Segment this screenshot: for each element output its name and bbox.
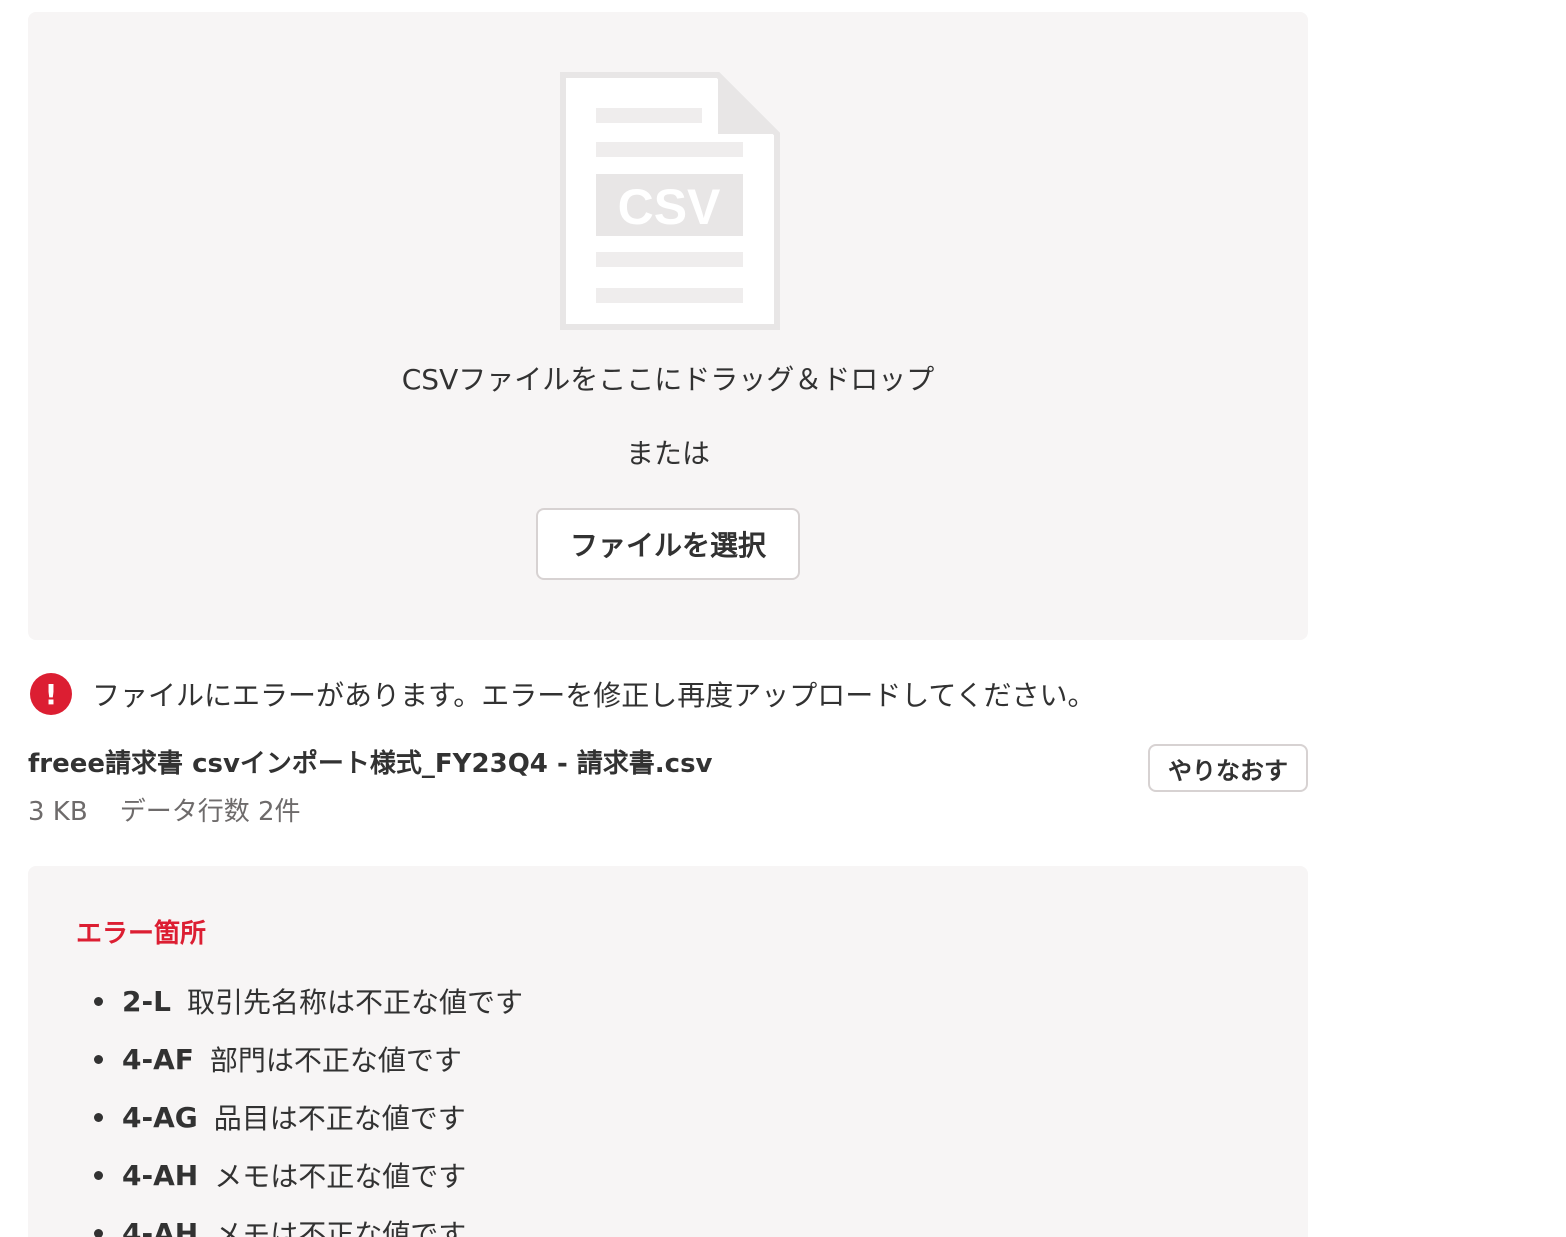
list-item: 4-AH メモは不正な値です xyxy=(90,1146,523,1204)
list-item: 4-AH メモは不正な値です xyxy=(90,1204,523,1237)
error-heading: エラー箇所 xyxy=(76,919,207,949)
drop-instruction: CSVファイルをここにドラッグ＆ドロップ xyxy=(401,363,935,396)
bullet xyxy=(94,1112,103,1122)
error-text: 品目は不正な値です xyxy=(213,1102,466,1135)
error-text: 取引先名称は不正な値です xyxy=(186,986,523,1019)
bullet xyxy=(94,1054,103,1064)
csv-import-page: CSV CSVファイルをここにドラッグ＆ドロップ または ファイルを選択 ! フ… xyxy=(0,0,1566,1237)
error-cell: 4-AG xyxy=(122,1100,198,1134)
list-item: 2-L 取引先名称は不正な値です xyxy=(90,972,523,1030)
error-text: メモは不正な値です xyxy=(214,1160,467,1193)
bullet xyxy=(94,1170,103,1180)
file-meta: 3 KB データ行数 2件 xyxy=(28,792,301,832)
error-cell: 4-AH xyxy=(122,1158,199,1192)
error-text: メモは不正な値です xyxy=(214,1218,467,1237)
list-item: 4-AG 品目は不正な値です xyxy=(90,1088,523,1146)
select-file-button[interactable]: ファイルを選択 xyxy=(536,508,800,580)
error-message: ファイルにエラーがあります。エラーを修正し再度アップロードしてください。 xyxy=(92,679,1096,712)
bullet xyxy=(94,1228,103,1237)
or-separator: または xyxy=(625,437,710,470)
error-cell: 4-AH xyxy=(122,1216,199,1237)
file-size: 3 KB xyxy=(28,797,88,827)
list-item: 4-AF 部門は不正な値です xyxy=(90,1030,523,1088)
file-row-count: データ行数 2件 xyxy=(119,797,301,827)
error-cell: 2-L xyxy=(122,984,171,1018)
error-alert: ! ファイルにエラーがあります。エラーを修正し再度アップロードしてください。 xyxy=(30,672,1096,716)
bullet xyxy=(94,996,103,1006)
error-cell: 4-AF xyxy=(122,1042,194,1076)
error-icon: ! xyxy=(30,673,72,715)
csv-icon-label: CSV xyxy=(618,179,721,235)
retry-button[interactable]: やりなおす xyxy=(1148,744,1308,792)
error-text: 部門は不正な値です xyxy=(209,1044,462,1077)
error-list: 2-L 取引先名称は不正な値です 4-AF 部門は不正な値です 4-AG 品目は… xyxy=(90,972,523,1237)
csv-file-icon: CSV xyxy=(560,72,780,330)
file-name: freee請求書 csvインポート様式_FY23Q4 - 請求書.csv xyxy=(28,749,713,779)
